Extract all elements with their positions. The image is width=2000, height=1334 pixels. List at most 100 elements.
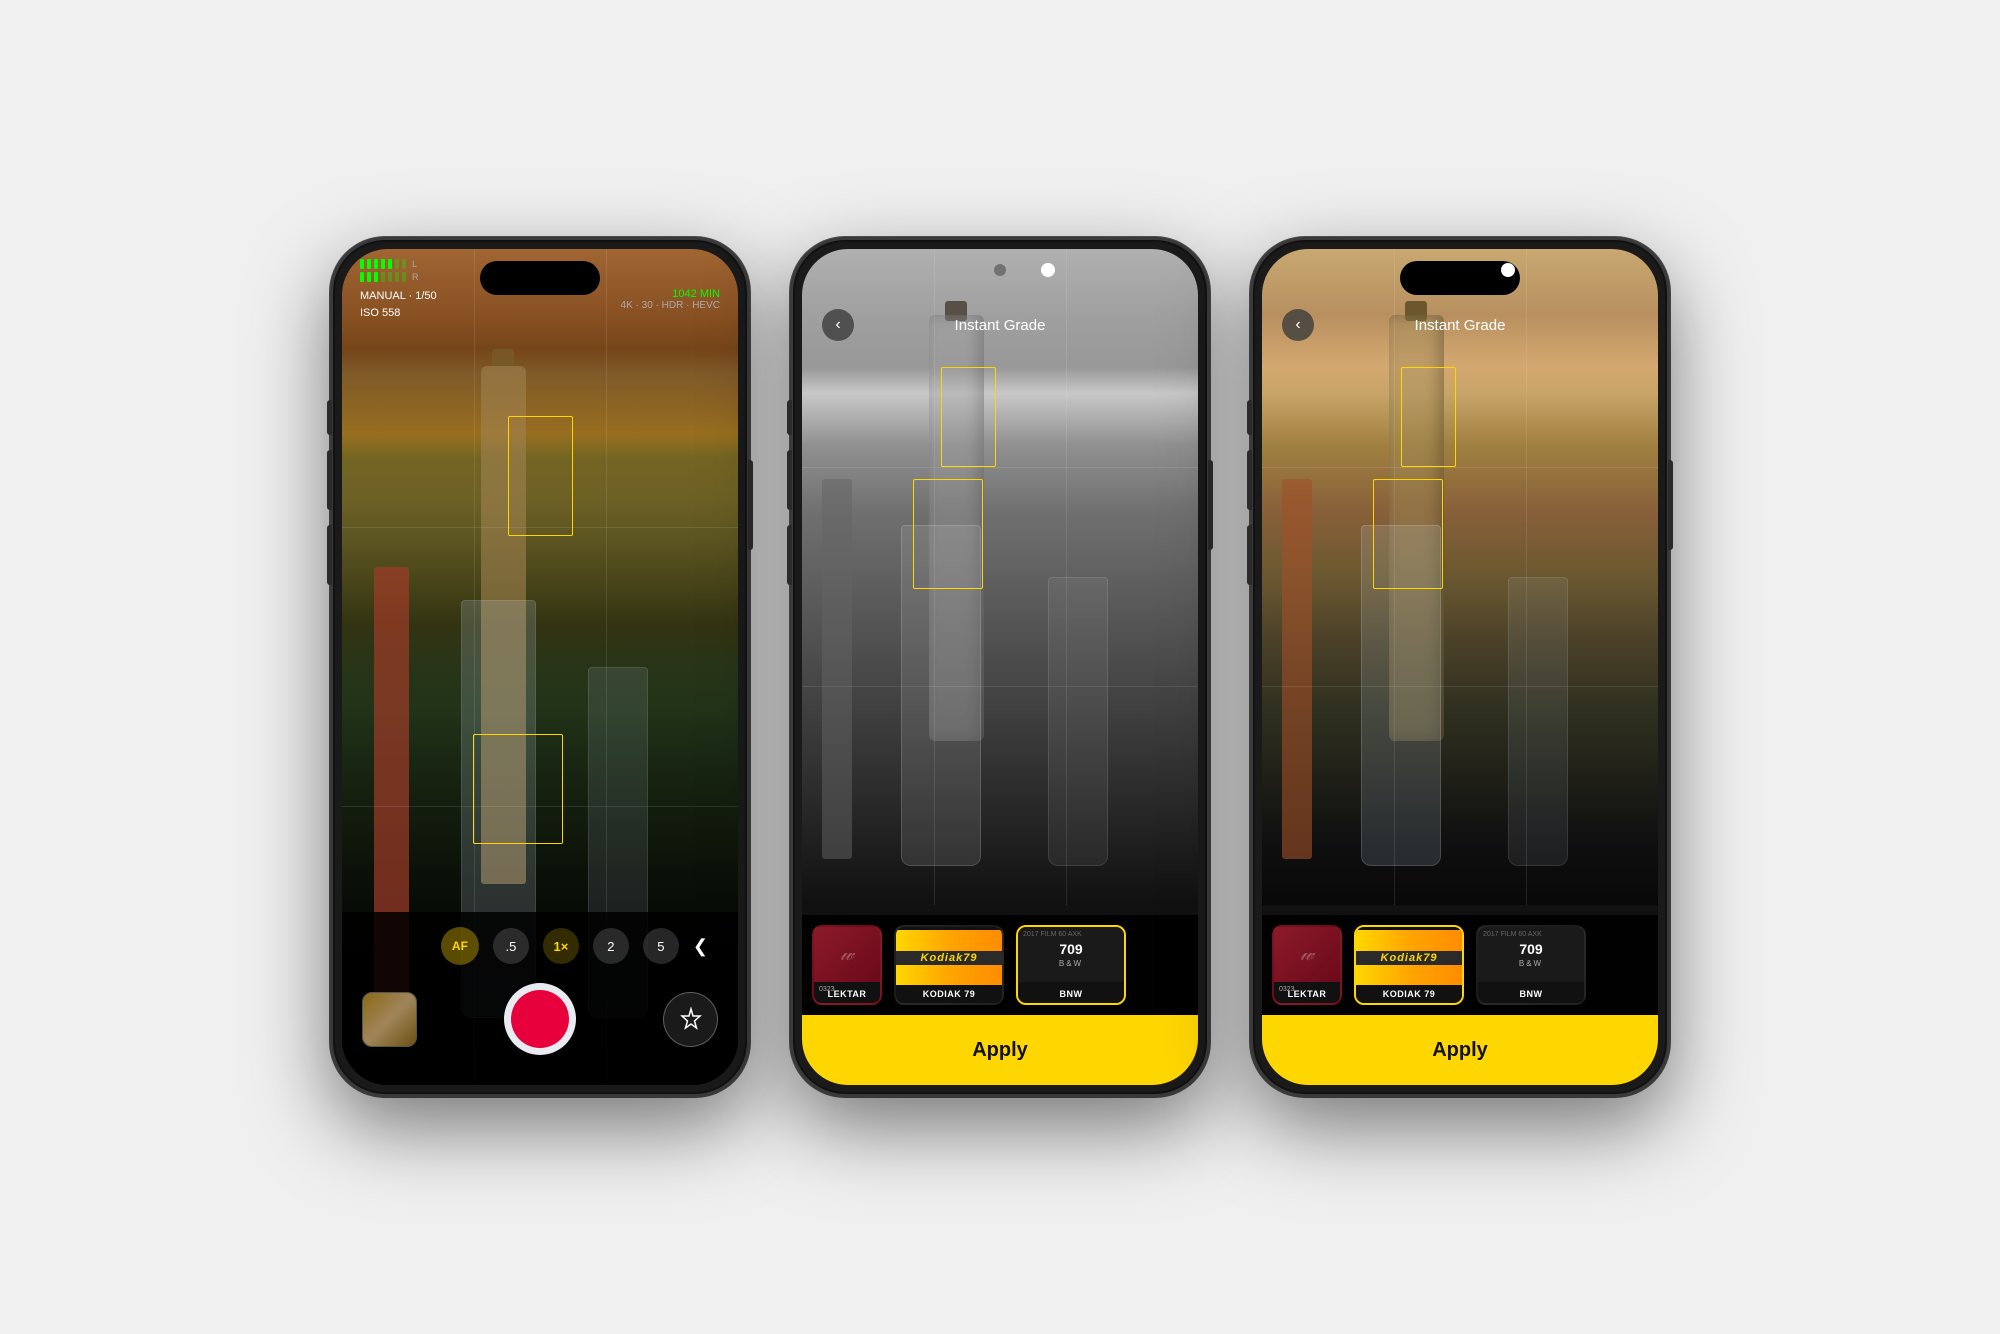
zoom-05-button[interactable]: .5: [493, 928, 529, 964]
kodiak-text-3: Kodiak79: [1381, 952, 1438, 964]
back-icon-3: ‹: [1295, 316, 1300, 334]
apply-button-2[interactable]: Apply: [802, 1015, 1198, 1085]
film-card-lektar-2[interactable]: 𝓌 0323 LEKTAR: [812, 925, 882, 1005]
meter-bar: [367, 272, 371, 282]
camera-dot-3: [1501, 263, 1515, 277]
power-button[interactable]: [748, 460, 753, 550]
film-selector-3: 𝓌 0323 LEKTAR film Kodiak79: [1262, 915, 1658, 1015]
meter-bar-dim: [381, 272, 385, 282]
bnw-label-3: BNW: [1478, 989, 1584, 999]
effects-button[interactable]: [663, 992, 718, 1047]
phone-3: ‹ Instant Grade: [1250, 237, 1670, 1097]
record-button[interactable]: [504, 983, 576, 1055]
meter-label-r: R: [412, 272, 419, 282]
phone-screen-3: ‹ Instant Grade: [1262, 249, 1658, 1085]
bnw-sub: B&W: [1059, 959, 1083, 968]
apply-label-3: Apply: [1432, 1039, 1488, 1062]
volume-up-button[interactable]: [327, 450, 332, 510]
meter-bar: [381, 259, 385, 269]
lektar-inner-3: 𝓌: [1274, 927, 1340, 982]
instant-grade-title-3: Instant Grade: [1415, 317, 1506, 334]
af-button[interactable]: AF: [441, 927, 479, 965]
film-card-kodiak-2[interactable]: film Kodiak79 KODIAK 79: [894, 925, 1004, 1005]
apply-button-3[interactable]: Apply: [1262, 1015, 1658, 1085]
kodiak-text: Kodiak79: [921, 952, 978, 964]
grade-header-2: ‹ Instant Grade: [802, 309, 1198, 341]
battery-indicator: 1042 MIN: [621, 288, 720, 300]
lektar-label-2: LEKTAR: [814, 989, 880, 999]
camera-controls: AF .5 1× 2 5 ❮: [342, 912, 738, 1085]
thumbnail-preview[interactable]: [362, 992, 417, 1047]
meter-bar: [367, 259, 371, 269]
camera-dot-2: [1041, 263, 1055, 277]
hud-left: MANUAL · 1/50 ISO 558: [360, 288, 437, 321]
lektar-label-3: LEKTAR: [1274, 989, 1340, 999]
volume-down-button-3[interactable]: [1247, 525, 1252, 585]
hud-iso: ISO 558: [360, 305, 437, 322]
film-card-bnw-2[interactable]: 2017 FILM 60 AXK 709 B&W BNW: [1016, 925, 1126, 1005]
lektar-icon-3: 𝓌: [1300, 943, 1314, 966]
meter-bar-dim: [395, 259, 399, 269]
meter-bar-dim: [402, 272, 406, 282]
meter-bar: [388, 259, 392, 269]
film-card-kodiak-3[interactable]: film Kodiak79 KODIAK 79: [1354, 925, 1464, 1005]
bnw-inner-3: 2017 FILM 60 AXK 709 B&W: [1478, 927, 1584, 982]
volume-up-button-3[interactable]: [1247, 450, 1252, 510]
film-selector-2: 𝓌 0323 LEKTAR film Kodiak79: [802, 915, 1198, 1015]
back-icon-2: ‹: [835, 316, 840, 334]
bw-scene: [802, 249, 1198, 905]
power-button-2[interactable]: [1208, 460, 1213, 550]
meter-bar-dim: [388, 272, 392, 282]
main-controls: [362, 983, 718, 1055]
mute-button-2[interactable]: [787, 400, 792, 435]
meter-bar-dim: [395, 272, 399, 282]
bnw-inner: 2017 FILM 60 AXK 709 B&W: [1018, 927, 1124, 982]
meter-bar: [360, 272, 364, 282]
kodiak-inner-3: Kodiak79: [1356, 930, 1462, 985]
zoom-1x-button[interactable]: 1×: [543, 928, 579, 964]
bnw-num-3: 709: [1519, 941, 1542, 957]
lektar-icon: 𝓌: [840, 943, 854, 966]
grade-screen-3: ‹ Instant Grade: [1262, 249, 1658, 1085]
color-glass-right: [1508, 577, 1568, 866]
recording-settings: 4K · 30 · HDR · HEVC: [621, 300, 720, 311]
color-scene: [1262, 249, 1658, 905]
bw-viewfinder: [802, 249, 1198, 905]
bw-glass: [901, 525, 981, 866]
apply-label-2: Apply: [972, 1039, 1028, 1062]
grade-header-3: ‹ Instant Grade: [1262, 309, 1658, 341]
zoom-5-button[interactable]: 5: [643, 928, 679, 964]
color-glass: [1361, 525, 1441, 866]
volume-up-button-2[interactable]: [787, 450, 792, 510]
meter-label-l: L: [412, 259, 417, 269]
dynamic-island-2: [994, 264, 1006, 276]
meter-bar: [374, 259, 378, 269]
bw-left-drink: [822, 479, 852, 859]
record-inner: [511, 990, 569, 1048]
meter-bar: [360, 259, 364, 269]
back-button-3[interactable]: ‹: [1282, 309, 1314, 341]
power-button-3[interactable]: [1668, 460, 1673, 550]
mute-button[interactable]: [327, 400, 332, 435]
bnw-top-info-3: 2017 FILM 60 AXK: [1483, 931, 1579, 938]
meter-bar-dim: [402, 259, 406, 269]
zoom-2-button[interactable]: 2: [593, 928, 629, 964]
phone-1: L R MANUAL · 1/50 ISO 558: [330, 237, 750, 1097]
zoom-controls: AF .5 1× 2 5 ❮: [362, 927, 718, 965]
bnw-sub-3: B&W: [1519, 959, 1543, 968]
instant-grade-title-2: Instant Grade: [955, 317, 1046, 334]
kodiak-inner: Kodiak79: [896, 930, 1002, 985]
phone-screen-2: ‹ Instant Grade: [802, 249, 1198, 1085]
focus-box-bottle: [508, 416, 573, 536]
chevron-back-icon[interactable]: ❮: [693, 936, 708, 957]
grade-screen-2: ‹ Instant Grade: [802, 249, 1198, 1085]
color-viewfinder: [1262, 249, 1658, 905]
volume-down-button-2[interactable]: [787, 525, 792, 585]
bw-glass-right: [1048, 577, 1108, 866]
volume-down-button[interactable]: [327, 525, 332, 585]
back-button-2[interactable]: ‹: [822, 309, 854, 341]
film-card-lektar-3[interactable]: 𝓌 0323 LEKTAR: [1272, 925, 1342, 1005]
meter-bar: [374, 272, 378, 282]
mute-button-3[interactable]: [1247, 400, 1252, 435]
film-card-bnw-3[interactable]: 2017 FILM 60 AXK 709 B&W BNW: [1476, 925, 1586, 1005]
